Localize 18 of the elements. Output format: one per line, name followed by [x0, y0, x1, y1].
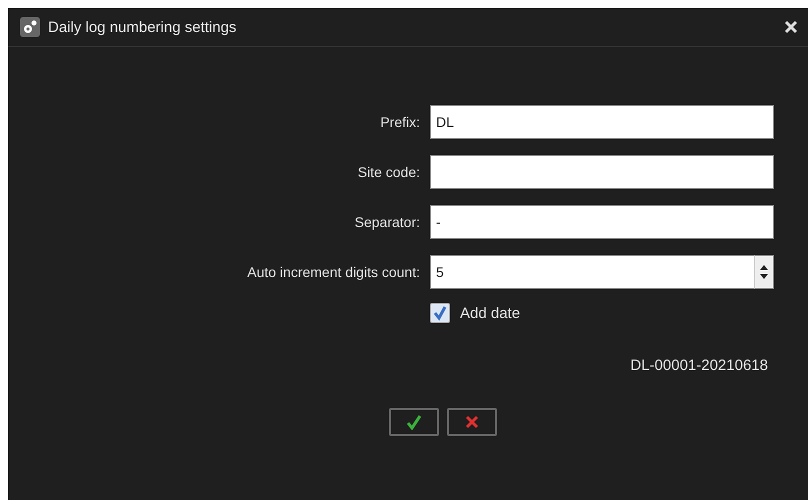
window-title: Daily log numbering settings [48, 18, 238, 36]
input-field[interactable]: 5 [430, 255, 755, 289]
field-label: Auto increment digits count: [246, 264, 420, 280]
number-preview: DL-00001-20210618 [629, 357, 769, 374]
input-field[interactable] [430, 155, 774, 189]
confirm-button[interactable] [389, 408, 439, 436]
field-label: Separator: [354, 214, 420, 230]
cancel-button[interactable] [447, 408, 497, 436]
gears-icon [20, 17, 40, 37]
close-button[interactable] [784, 20, 798, 34]
checkmark-icon [406, 414, 422, 430]
field-label: Site code: [356, 164, 420, 180]
checkbox-label: Add date [460, 304, 520, 322]
input-field[interactable]: - [430, 205, 774, 239]
checkbox[interactable] [430, 303, 450, 323]
input-field[interactable]: DL [430, 105, 774, 139]
cross-icon [465, 415, 479, 429]
field-label: Prefix: [379, 114, 420, 130]
